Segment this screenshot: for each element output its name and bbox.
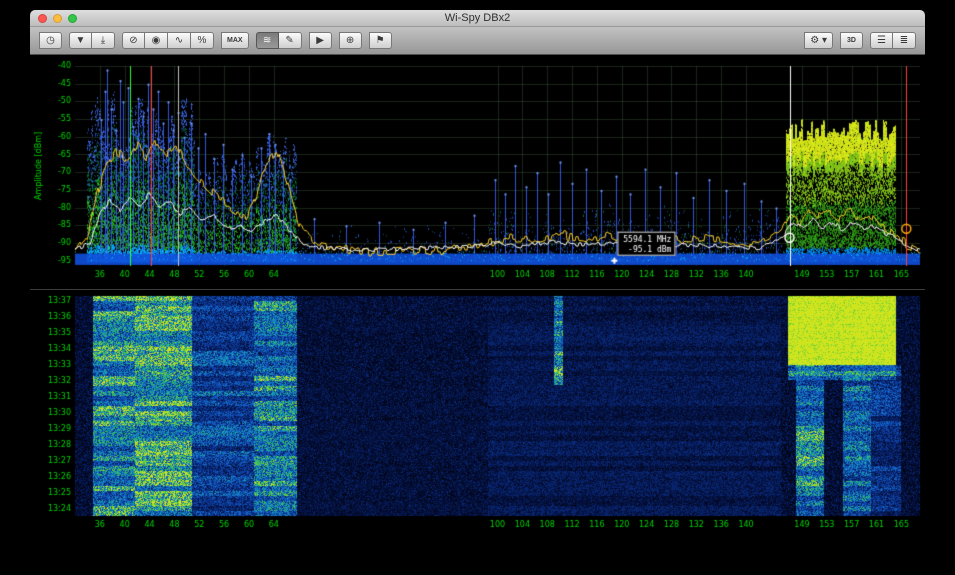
- panel-divider: [30, 289, 925, 290]
- main-content: [30, 56, 925, 562]
- max-hold-label: MAX: [227, 33, 243, 48]
- spectrum-icon: ∿: [175, 33, 183, 48]
- view-3d-label: 3D: [847, 33, 856, 48]
- gear-icon: ⚙ ▾: [810, 33, 827, 48]
- history-button[interactable]: ◷: [39, 32, 62, 49]
- play-icon: ▶: [316, 33, 324, 48]
- traffic-lights: [38, 14, 77, 23]
- block-icon: ⊘: [129, 33, 137, 48]
- flag-icon: ⚑: [376, 33, 385, 48]
- snapshot-icon: ◉: [152, 33, 161, 48]
- zoom-button[interactable]: [68, 14, 77, 23]
- playback-button[interactable]: ▶: [309, 32, 332, 49]
- list-icon: ☰: [877, 33, 886, 48]
- app-window: Wi-Spy DBx2 ◷ ▼ ⤓ ⊘ ◉ ∿ % MAX ≋ ✎: [30, 10, 925, 562]
- snapshot-button[interactable]: ◉: [145, 32, 168, 49]
- import-icon: ⤓: [101, 33, 105, 48]
- waterfall-view[interactable]: [30, 292, 925, 540]
- options-view-button[interactable]: ≣: [893, 32, 916, 49]
- wifi-overlay-button[interactable]: ≋: [256, 32, 279, 49]
- toolbar-left: ◷ ▼ ⤓ ⊘ ◉ ∿ % MAX ≋ ✎ ▶ ⊕: [39, 32, 392, 49]
- filter-button[interactable]: ▼: [69, 32, 92, 49]
- flag-marker-button[interactable]: ⚑: [369, 32, 392, 49]
- filter-icon: ▼: [76, 33, 86, 48]
- toolbar: ◷ ▼ ⤓ ⊘ ◉ ∿ % MAX ≋ ✎ ▶ ⊕: [30, 27, 925, 55]
- pencil-icon: ✎: [285, 33, 293, 48]
- max-hold-button[interactable]: MAX: [221, 32, 249, 49]
- titlebar[interactable]: Wi-Spy DBx2: [30, 10, 925, 27]
- utilization-button[interactable]: %: [191, 32, 214, 49]
- plus-icon: ⊕: [346, 33, 354, 48]
- import-button[interactable]: ⤓: [92, 32, 115, 49]
- wifi-icon: ≋: [263, 33, 271, 48]
- block-button[interactable]: ⊘: [122, 32, 145, 49]
- history-icon: ◷: [46, 33, 55, 48]
- list-view-button[interactable]: ☰: [870, 32, 893, 49]
- close-button[interactable]: [38, 14, 47, 23]
- options-icon: ≣: [900, 33, 908, 48]
- utilization-icon: %: [198, 33, 207, 48]
- spectrum-button[interactable]: ∿: [168, 32, 191, 49]
- add-marker-button[interactable]: ⊕: [339, 32, 362, 49]
- window-title: Wi-Spy DBx2: [445, 12, 510, 24]
- spectral-view[interactable]: [30, 60, 925, 286]
- annotate-button[interactable]: ✎: [279, 32, 302, 49]
- toolbar-right: ⚙ ▾ 3D ☰ ≣: [804, 32, 916, 49]
- view-3d-button[interactable]: 3D: [840, 32, 863, 49]
- settings-menu-button[interactable]: ⚙ ▾: [804, 32, 833, 49]
- minimize-button[interactable]: [53, 14, 62, 23]
